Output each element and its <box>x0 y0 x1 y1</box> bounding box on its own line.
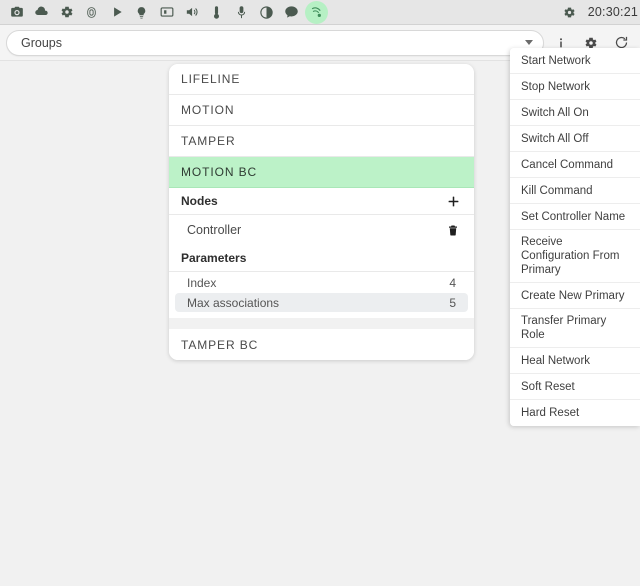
group-row-tamper-bc[interactable]: TAMPER BC <box>169 329 474 360</box>
menu-item-receive-configuration-from-primary[interactable]: Receive Configuration From Primary <box>510 230 640 283</box>
menu-item-stop-network[interactable]: Stop Network <box>510 74 640 100</box>
clock: 20:30:21 <box>587 5 638 19</box>
group-label: LIFELINE <box>181 72 241 86</box>
menu-item-create-new-primary[interactable]: Create New Primary <box>510 283 640 309</box>
fingerprint-icon[interactable] <box>79 0 104 25</box>
group-row-motion-bc[interactable]: MOTION BC <box>169 157 474 188</box>
media-icon[interactable] <box>154 0 179 25</box>
nodes-section-title: Nodes <box>181 194 218 208</box>
group-row-lifeline[interactable]: LIFELINE <box>169 64 474 95</box>
menu-item-cancel-command[interactable]: Cancel Command <box>510 152 640 178</box>
menu-item-hard-reset[interactable]: Hard Reset <box>510 400 640 426</box>
parameters-section-header: Parameters <box>169 245 474 272</box>
card-section-divider <box>169 318 474 329</box>
group-label: TAMPER BC <box>181 337 259 352</box>
parameter-label: Index <box>187 275 217 290</box>
group-label: MOTION <box>181 103 235 117</box>
gear-icon[interactable] <box>557 0 582 25</box>
parameters-section-title: Parameters <box>181 251 247 265</box>
volume-icon[interactable] <box>179 0 204 25</box>
menu-item-set-controller-name[interactable]: Set Controller Name <box>510 204 640 230</box>
group-label: TAMPER <box>181 134 236 148</box>
menu-item-soft-reset[interactable]: Soft Reset <box>510 374 640 400</box>
menu-item-kill-command[interactable]: Kill Command <box>510 178 640 204</box>
parameter-row-index[interactable]: Index 4 <box>175 273 468 292</box>
menu-item-start-network[interactable]: Start Network <box>510 48 640 74</box>
menu-item-transfer-primary-role[interactable]: Transfer Primary Role <box>510 309 640 348</box>
play-icon[interactable] <box>104 0 129 25</box>
parameter-label: Max associations <box>187 295 280 310</box>
group-row-tamper[interactable]: TAMPER <box>169 126 474 157</box>
parameter-value: 4 <box>449 275 456 290</box>
topbar-icon-group <box>0 0 329 25</box>
plus-icon[interactable] <box>444 192 462 210</box>
trash-icon[interactable] <box>444 221 462 239</box>
cloud-icon[interactable] <box>29 0 54 25</box>
zwave-icon[interactable] <box>304 0 329 25</box>
node-row-controller[interactable]: Controller <box>169 215 474 245</box>
group-row-motion[interactable]: MOTION <box>169 95 474 126</box>
gear-icon[interactable] <box>54 0 79 25</box>
contrast-icon[interactable] <box>254 0 279 25</box>
groups-card: LIFELINE MOTION TAMPER MOTION BC Nodes C… <box>169 64 474 360</box>
groups-combobox-value: Groups <box>21 35 62 50</box>
nodes-section-header: Nodes <box>169 188 474 215</box>
controller-actions-menu: Start Network Stop Network Switch All On… <box>510 48 640 426</box>
camera-icon[interactable] <box>4 0 29 25</box>
menu-item-switch-all-off[interactable]: Switch All Off <box>510 126 640 152</box>
topbar-status-area: 20:30:21 <box>557 0 640 25</box>
thermometer-icon[interactable] <box>204 0 229 25</box>
node-label: Controller <box>187 223 242 237</box>
microphone-icon[interactable] <box>229 0 254 25</box>
chevron-down-icon[interactable] <box>525 40 533 45</box>
groups-combobox[interactable]: Groups <box>6 29 544 56</box>
parameter-value: 5 <box>449 295 456 310</box>
group-label: MOTION BC <box>181 165 258 179</box>
bulb-icon[interactable] <box>129 0 154 25</box>
parameters-list: Index 4 Max associations 5 <box>169 273 474 318</box>
system-topbar: 20:30:21 <box>0 0 640 25</box>
parameter-row-max-associations[interactable]: Max associations 5 <box>175 293 468 312</box>
menu-item-heal-network[interactable]: Heal Network <box>510 348 640 374</box>
chat-icon[interactable] <box>279 0 304 25</box>
menu-item-switch-all-on[interactable]: Switch All On <box>510 100 640 126</box>
